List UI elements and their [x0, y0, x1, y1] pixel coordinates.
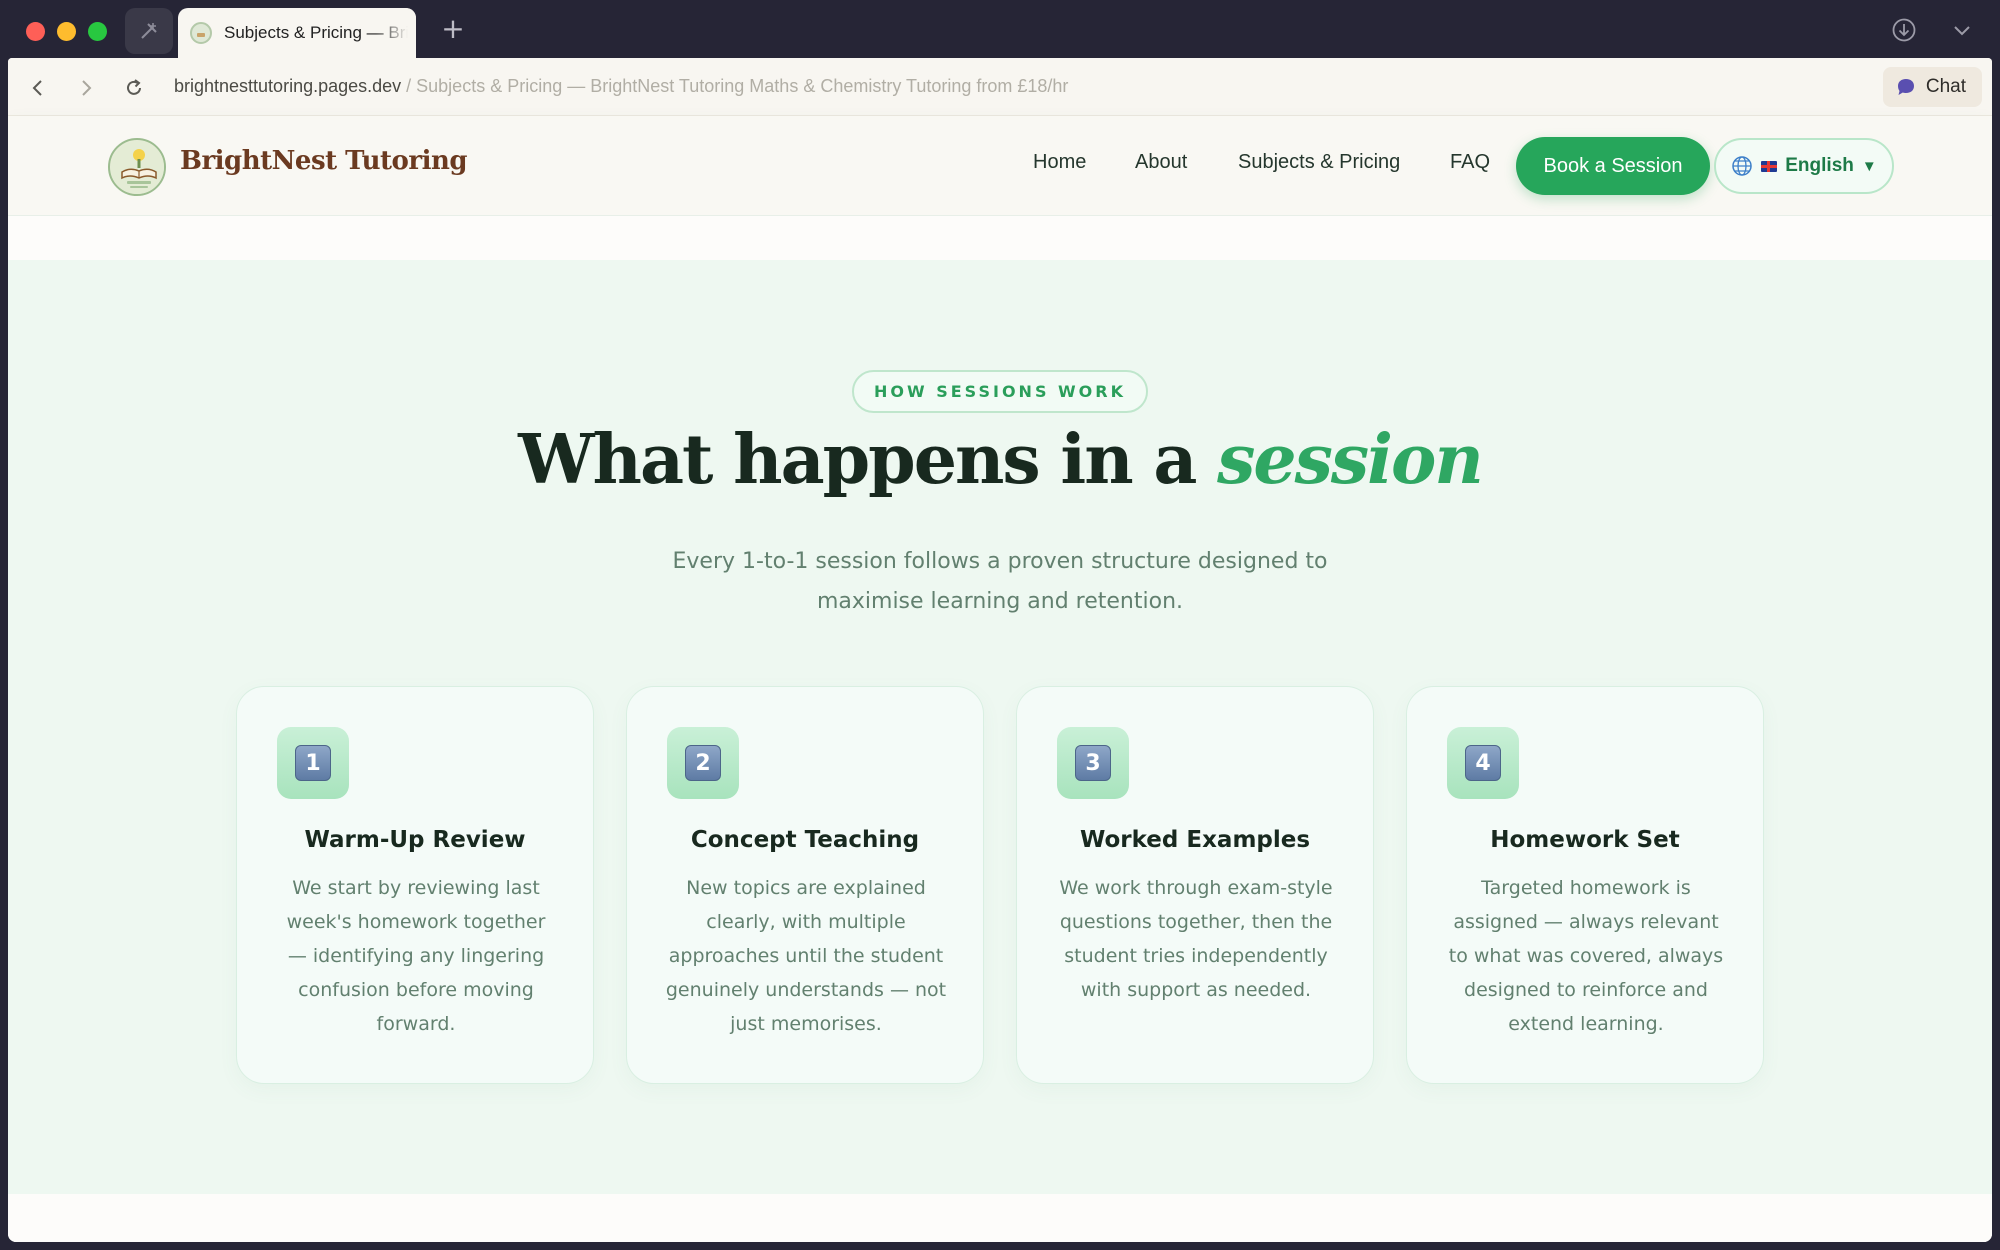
url-page-title: / Subjects & Pricing — BrightNest Tutori…: [401, 76, 1069, 96]
browser-tab-bar: Subjects & Pricing — BrightNest Tutoring…: [0, 0, 2000, 58]
new-tab-icon[interactable]: +: [438, 14, 468, 44]
chevron-down-icon: ▼: [1861, 157, 1877, 175]
globe-icon: [1732, 156, 1752, 176]
back-icon[interactable]: [24, 74, 52, 102]
step-title: Worked Examples: [1079, 827, 1311, 853]
minimize-window-button[interactable]: [57, 22, 76, 41]
chat-bubble-icon: [1897, 79, 1914, 95]
step-card: 1 Warm-Up Review We start by reviewing l…: [236, 686, 594, 1084]
address-bar: brightnesttutoring.pages.dev / Subjects …: [8, 58, 1992, 116]
step-number-badge: 4: [1447, 727, 1519, 799]
tab-favicon-icon: [190, 22, 212, 44]
nav-home[interactable]: Home: [1033, 151, 1086, 174]
sidebar-toggle-icon: [141, 23, 157, 39]
keycap-2-icon: 2: [685, 745, 721, 781]
step-description: New topics are explained clearly, with m…: [665, 877, 947, 1035]
step-description: We start by reviewing last week's homewo…: [286, 877, 546, 1035]
browser-window: brightnesttutoring.pages.dev / Subjects …: [8, 58, 1992, 1242]
tab-list-chevron-icon[interactable]: [1948, 16, 1976, 44]
language-selector[interactable]: English ▼: [1714, 138, 1894, 194]
site-header: BrightNest Tutoring Home About Subjects …: [8, 116, 1992, 216]
nav-subjects-pricing[interactable]: Subjects & Pricing: [1238, 151, 1400, 174]
nav-faq[interactable]: FAQ: [1450, 151, 1490, 174]
language-label: English: [1785, 155, 1854, 176]
section-eyebrow: HOW SESSIONS WORK: [852, 370, 1148, 413]
uk-flag-icon: [1761, 160, 1778, 172]
step-description: We work through exam-style questions tog…: [1059, 877, 1333, 1001]
chat-label: Chat: [1925, 76, 1966, 97]
step-card: 4 Homework Set Targeted homework is assi…: [1406, 686, 1764, 1084]
how-sessions-work-section: HOW SESSIONS WORK What happens in a sess…: [8, 260, 1992, 1194]
reload-icon[interactable]: [120, 74, 148, 102]
step-title: Homework Set: [1490, 827, 1680, 853]
section-headline: What happens in a session: [518, 420, 1484, 500]
logo-icon[interactable]: [108, 138, 166, 196]
book-session-button[interactable]: Book a Session: [1516, 137, 1710, 195]
forward-icon[interactable]: [72, 74, 100, 102]
keycap-4-icon: 4: [1465, 745, 1501, 781]
brand-name[interactable]: BrightNest Tutoring: [180, 146, 468, 176]
step-title: Concept Teaching: [690, 827, 920, 853]
step-number-badge: 3: [1057, 727, 1129, 799]
chat-button[interactable]: Chat: [1882, 67, 1982, 107]
keycap-3-icon: 3: [1075, 745, 1111, 781]
close-window-button[interactable]: [26, 22, 45, 41]
step-title: Warm-Up Review: [304, 827, 526, 853]
download-icon[interactable]: [1890, 16, 1918, 44]
active-tab[interactable]: Subjects & Pricing — BrightNest Tutoring: [178, 8, 416, 58]
sidebar-toggle-button[interactable]: [125, 8, 173, 54]
section-subtitle: Every 1-to-1 session follows a proven st…: [672, 549, 1328, 614]
step-card: 3 Worked Examples We work through exam-s…: [1016, 686, 1374, 1084]
step-card: 2 Concept Teaching New topics are explai…: [626, 686, 984, 1084]
headline-accent: session: [1217, 420, 1484, 500]
nav-about[interactable]: About: [1135, 151, 1187, 174]
url-field[interactable]: brightnesttutoring.pages.dev / Subjects …: [174, 76, 1068, 97]
step-description: Targeted homework is assigned — always r…: [1448, 877, 1724, 1035]
step-number-badge: 2: [667, 727, 739, 799]
maximize-window-button[interactable]: [88, 22, 107, 41]
url-domain: brightnesttutoring.pages.dev: [174, 76, 402, 96]
step-number-badge: 1: [277, 727, 349, 799]
keycap-1-icon: 1: [295, 745, 331, 781]
